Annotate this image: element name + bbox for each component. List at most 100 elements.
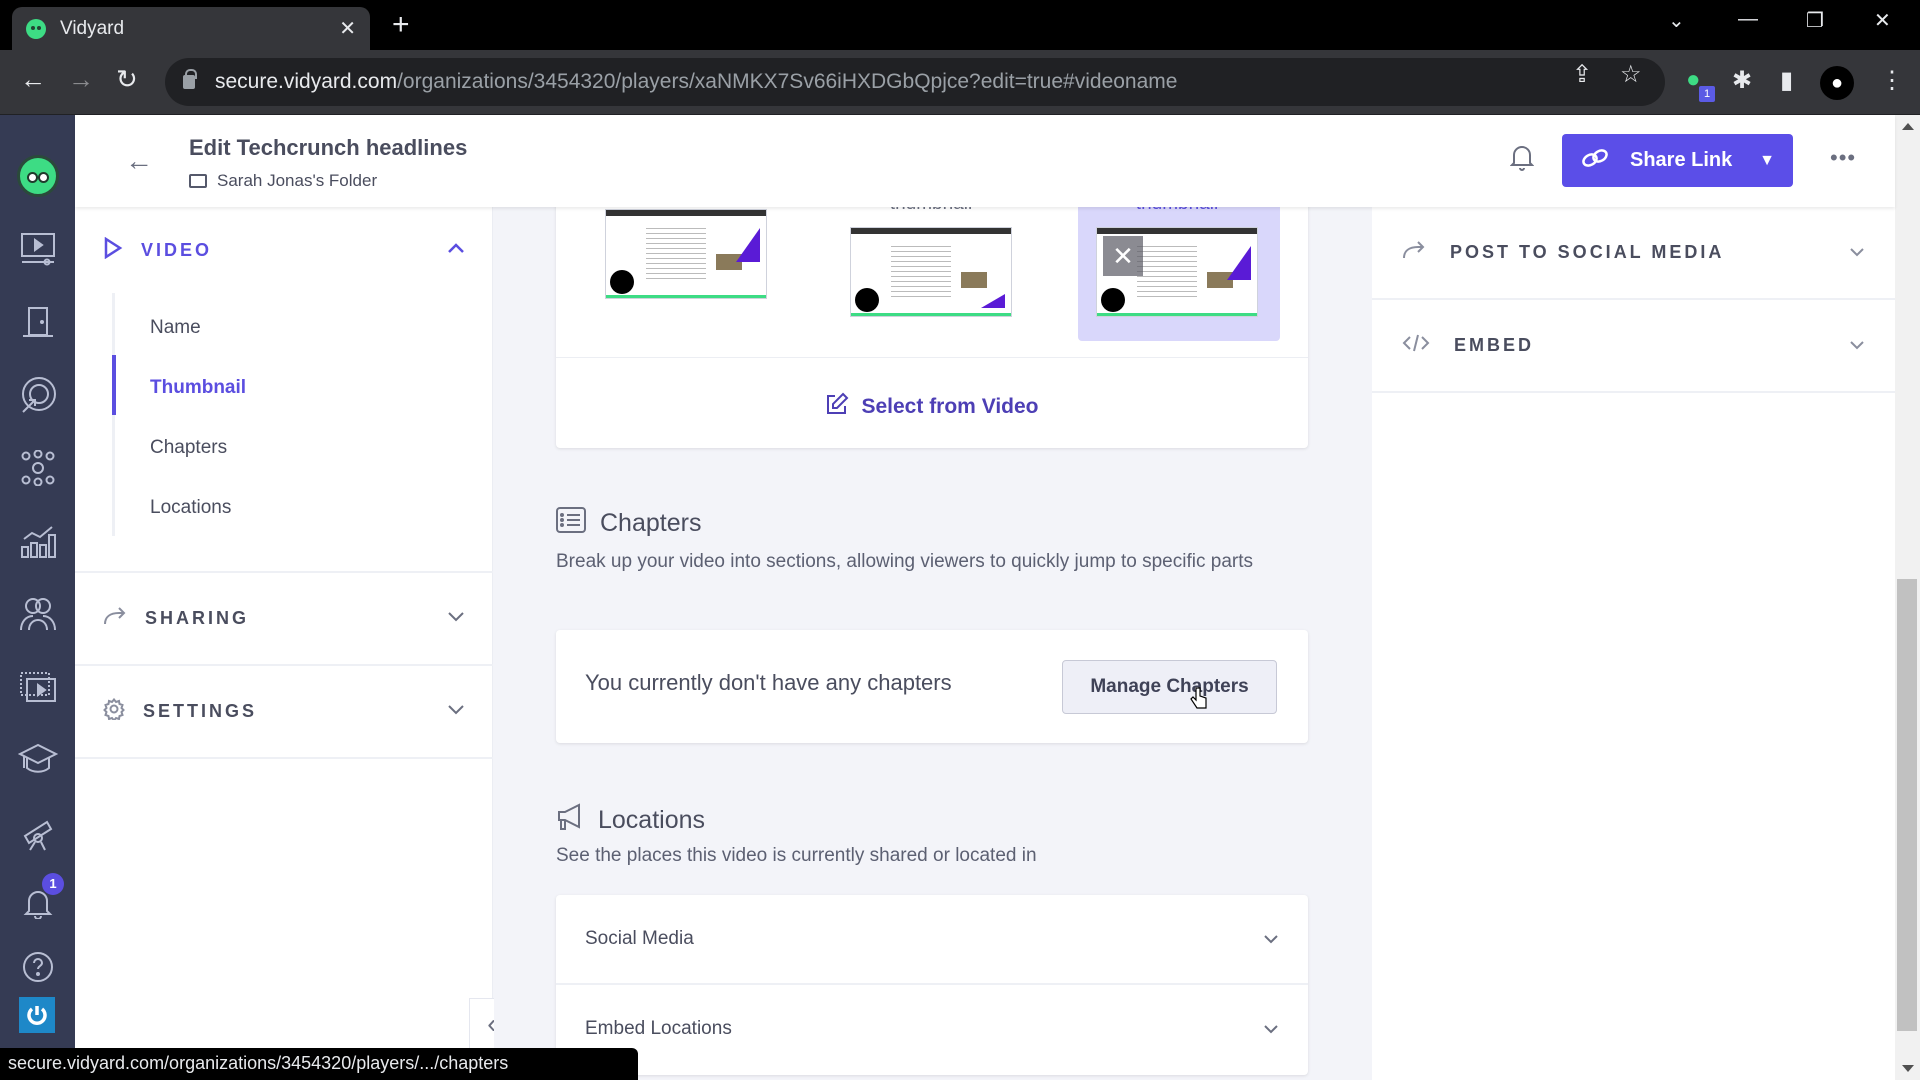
thumbnail-image[interactable]	[850, 227, 1012, 317]
explore-telescope-icon[interactable]	[18, 813, 58, 853]
scroll-up-arrow-icon[interactable]	[1902, 123, 1914, 130]
link-icon	[1580, 146, 1610, 176]
accordion-embed-locations[interactable]: Embed Locations	[556, 985, 1308, 1073]
learning-icon[interactable]	[18, 740, 58, 780]
remove-thumbnail-icon[interactable]: ✕	[1103, 236, 1143, 276]
tab-title: Vidyard	[60, 17, 125, 39]
chapters-heading: Chapters	[556, 507, 701, 540]
tab-close-icon[interactable]: ✕	[339, 16, 356, 41]
manage-chapters-button[interactable]: Manage Chapters	[1062, 660, 1277, 714]
locations-card: Social Media Embed Locations	[556, 895, 1308, 1075]
thumbnail-option-selected[interactable]: thumbnail ✕	[1096, 193, 1258, 317]
thumbnail-image[interactable]: ✕	[1096, 227, 1258, 317]
extensions-puzzle-icon[interactable]: ✱	[1732, 66, 1752, 95]
side-panel-icon[interactable]: ▮	[1780, 66, 1793, 95]
scrollbar-thumb[interactable]	[1897, 579, 1917, 1031]
minimize-icon[interactable]: —	[1738, 8, 1758, 31]
restore-icon[interactable]: ❐	[1806, 8, 1824, 33]
profile-avatar-icon[interactable]: ●	[1820, 66, 1854, 100]
chevron-up-icon[interactable]	[447, 241, 465, 259]
url-host: secure.vidyard.com	[215, 70, 398, 93]
chapters-description: Break up your video into sections, allow…	[556, 551, 1253, 572]
link-status-bar: secure.vidyard.com/organizations/3454320…	[0, 1048, 638, 1080]
social-media-label: Social Media	[585, 928, 694, 949]
gear-icon	[103, 697, 125, 725]
chevron-down-icon[interactable]	[447, 703, 465, 721]
no-chapters-text: You currently don't have any chapters	[585, 670, 952, 695]
divider	[556, 357, 1308, 358]
page-scrollbar[interactable]	[1895, 115, 1920, 1080]
code-icon	[1402, 333, 1430, 358]
bell-icon[interactable]	[1509, 143, 1535, 176]
scroll-down-arrow-icon[interactable]	[1902, 1065, 1914, 1072]
subnav-item-thumbnail[interactable]: Thumbnail	[150, 377, 246, 399]
help-icon[interactable]	[18, 947, 58, 987]
folder-breadcrumb[interactable]: Sarah Jonas's Folder	[189, 171, 377, 191]
notification-count-badge: 1	[42, 873, 64, 895]
lock-icon[interactable]	[183, 69, 197, 89]
url-path: /organizations/3454320/players/xaNMKX7Sv…	[397, 70, 1178, 93]
back-arrow-icon[interactable]: ←	[125, 145, 153, 177]
chevron-down-icon[interactable]	[1263, 928, 1279, 950]
embed-locations-label: Embed Locations	[585, 1018, 732, 1039]
new-tab-icon[interactable]: +	[392, 8, 410, 42]
subnav-item-chapters[interactable]: Chapters	[150, 437, 227, 459]
nav-section-sharing[interactable]: SHARING	[75, 573, 493, 666]
embed-row[interactable]: EMBED	[1372, 300, 1895, 393]
door-icon[interactable]	[18, 302, 58, 342]
locations-description: See the places this video is currently s…	[556, 845, 1037, 866]
audience-icon[interactable]	[18, 594, 58, 634]
integrations-icon[interactable]	[18, 448, 58, 488]
subnav-item-name[interactable]: Name	[150, 317, 201, 339]
vidyard-favicon-icon	[26, 18, 46, 39]
vidyard-logo-icon[interactable]	[17, 155, 59, 197]
folder-icon	[189, 174, 207, 188]
extension-badge: 1	[1699, 86, 1715, 102]
list-icon	[556, 507, 586, 540]
select-from-video-label: Select from Video	[861, 395, 1039, 418]
share-arrow-icon	[1402, 240, 1426, 265]
tab-search-chevron-icon[interactable]: ⌄	[1668, 8, 1685, 33]
chevron-down-icon[interactable]	[1849, 244, 1865, 262]
close-window-icon[interactable]: ✕	[1874, 8, 1891, 33]
browser-tab[interactable]: Vidyard ✕	[12, 7, 370, 50]
caret-down-icon[interactable]: ▼	[1759, 152, 1775, 170]
bookmark-star-icon[interactable]: ☆	[1620, 60, 1642, 89]
subnav-active-indicator	[112, 355, 116, 415]
nav-section-settings[interactable]: SETTINGS	[75, 666, 493, 759]
chevron-down-icon[interactable]	[1849, 337, 1865, 355]
app-rail: 1	[0, 115, 75, 1080]
right-panel: POST TO SOCIAL MEDIA EMBED	[1372, 207, 1895, 1080]
folder-name: Sarah Jonas's Folder	[217, 171, 378, 190]
power-icon[interactable]	[19, 997, 55, 1033]
forward-icon[interactable]: →	[68, 64, 94, 95]
share-arrow-icon	[103, 606, 127, 631]
accordion-social-media[interactable]: Social Media	[556, 895, 1308, 983]
thumbnail-option[interactable]: thumbnail	[850, 193, 1012, 317]
thumbnail-option[interactable]	[605, 209, 767, 299]
edit-pencil-icon	[825, 392, 849, 422]
post-to-social-media-label: POST TO SOCIAL MEDIA	[1450, 242, 1725, 262]
thumbnail-image[interactable]	[605, 209, 767, 299]
nav-video-label: VIDEO	[141, 239, 213, 260]
locations-title: Locations	[598, 806, 706, 834]
post-to-social-media-row[interactable]: POST TO SOCIAL MEDIA	[1372, 207, 1895, 300]
chapters-title: Chapters	[600, 509, 702, 537]
analytics-icon[interactable]	[18, 521, 58, 561]
address-bar[interactable]: secure.vidyard.com /organizations/345432…	[165, 58, 1665, 106]
playlist-icon[interactable]	[18, 667, 58, 707]
videos-icon[interactable]	[18, 229, 58, 269]
chrome-menu-icon[interactable]: ⋮	[1880, 66, 1904, 95]
select-from-video-button[interactable]: Select from Video	[556, 367, 1308, 447]
settings-nav: VIDEO Name Thumbnail Chapters Locations …	[75, 207, 493, 1080]
share-link-button[interactable]: Share Link ▼	[1562, 134, 1793, 187]
more-options-icon[interactable]: •••	[1830, 145, 1856, 171]
subnav-item-locations[interactable]: Locations	[150, 497, 231, 519]
share-page-icon[interactable]: ⇪	[1572, 60, 1592, 89]
nav-section-video[interactable]: VIDEO	[75, 227, 493, 273]
reload-icon[interactable]: ↻	[116, 64, 138, 95]
target-icon[interactable]	[18, 375, 58, 415]
chevron-down-icon[interactable]	[447, 610, 465, 628]
back-icon[interactable]: ←	[20, 64, 46, 95]
chevron-down-icon[interactable]	[1263, 1018, 1279, 1040]
